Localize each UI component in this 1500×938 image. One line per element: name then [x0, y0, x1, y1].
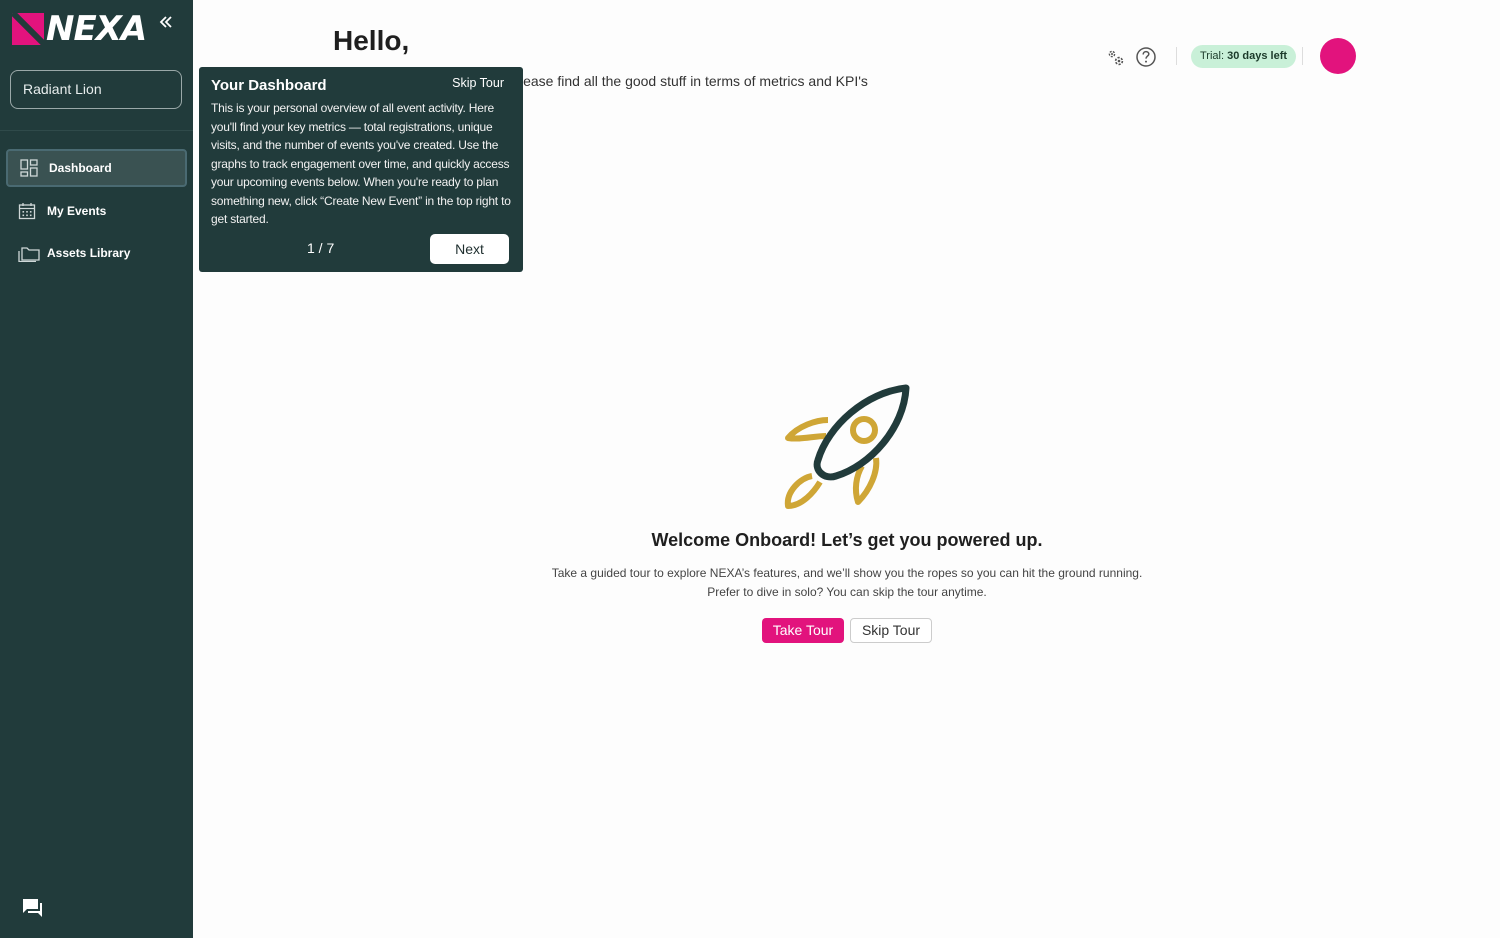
take-tour-button[interactable]: Take Tour — [762, 618, 844, 643]
header-separator — [1302, 47, 1303, 65]
sidebar-divider — [0, 130, 193, 131]
tour-step-counter: 1 / 7 — [307, 240, 335, 256]
tour-title: Your Dashboard — [211, 77, 327, 94]
tour-skip-link[interactable]: Skip Tour — [452, 76, 504, 90]
welcome-description: Take a guided tour to explore NEXA’s fea… — [540, 564, 1154, 602]
sidebar-item-label: My Events — [47, 204, 107, 218]
workspace-selector[interactable]: Radiant Lion — [10, 70, 182, 109]
nexa-logo-mark-icon — [12, 13, 44, 45]
gears-icon — [1108, 50, 1124, 66]
sidebar-item-assets-library[interactable]: Assets Library — [6, 234, 187, 272]
greeting-heading: Hello, — [333, 25, 410, 56]
folder-icon — [18, 247, 40, 262]
logo-text: NEXA — [46, 9, 147, 49]
nexa-logo[interactable]: NEXA — [12, 9, 147, 49]
sidebar: NEXA Radiant Lion Dashboard My Events As… — [0, 0, 193, 938]
collapse-sidebar-button[interactable] — [156, 14, 176, 34]
dashboard-subtitle: lease find all the good stuff in terms o… — [520, 73, 868, 89]
tour-description: This is your personal overview of all ev… — [211, 101, 511, 226]
trial-status-badge[interactable]: Trial: 30 days left — [1191, 45, 1297, 68]
settings-button[interactable] — [1106, 48, 1126, 68]
header-separator — [1176, 47, 1177, 65]
rocket-icon — [784, 384, 910, 509]
dashboard-grid-icon — [20, 159, 38, 177]
calendar-icon — [18, 203, 36, 220]
sidebar-item-label: Assets Library — [47, 246, 131, 260]
trial-days: 30 days left — [1227, 50, 1288, 62]
skip-tour-button[interactable]: Skip Tour — [850, 618, 932, 643]
tour-popover: Your Dashboard Skip Tour This is your pe… — [199, 67, 523, 272]
trial-prefix: Trial: — [1200, 50, 1228, 62]
double-chevron-left-icon — [159, 16, 172, 28]
question-circle-icon — [1136, 47, 1156, 67]
welcome-description-line: Take a guided tour to explore NEXA’s fea… — [551, 566, 1143, 580]
welcome-description-line: Prefer to dive in solo? You can skip the… — [707, 585, 987, 599]
user-avatar[interactable] — [1320, 38, 1356, 74]
sidebar-item-dashboard[interactable]: Dashboard — [6, 149, 187, 187]
welcome-title: Welcome Onboard! Let’s get you powered u… — [651, 530, 1043, 550]
help-button[interactable] — [1135, 46, 1157, 68]
chat-button[interactable] — [16, 893, 48, 923]
tour-next-button[interactable]: Next — [430, 234, 509, 264]
chat-bubbles-icon — [23, 899, 42, 917]
sidebar-item-my-events[interactable]: My Events — [6, 192, 187, 230]
sidebar-item-label: Dashboard — [49, 161, 112, 175]
